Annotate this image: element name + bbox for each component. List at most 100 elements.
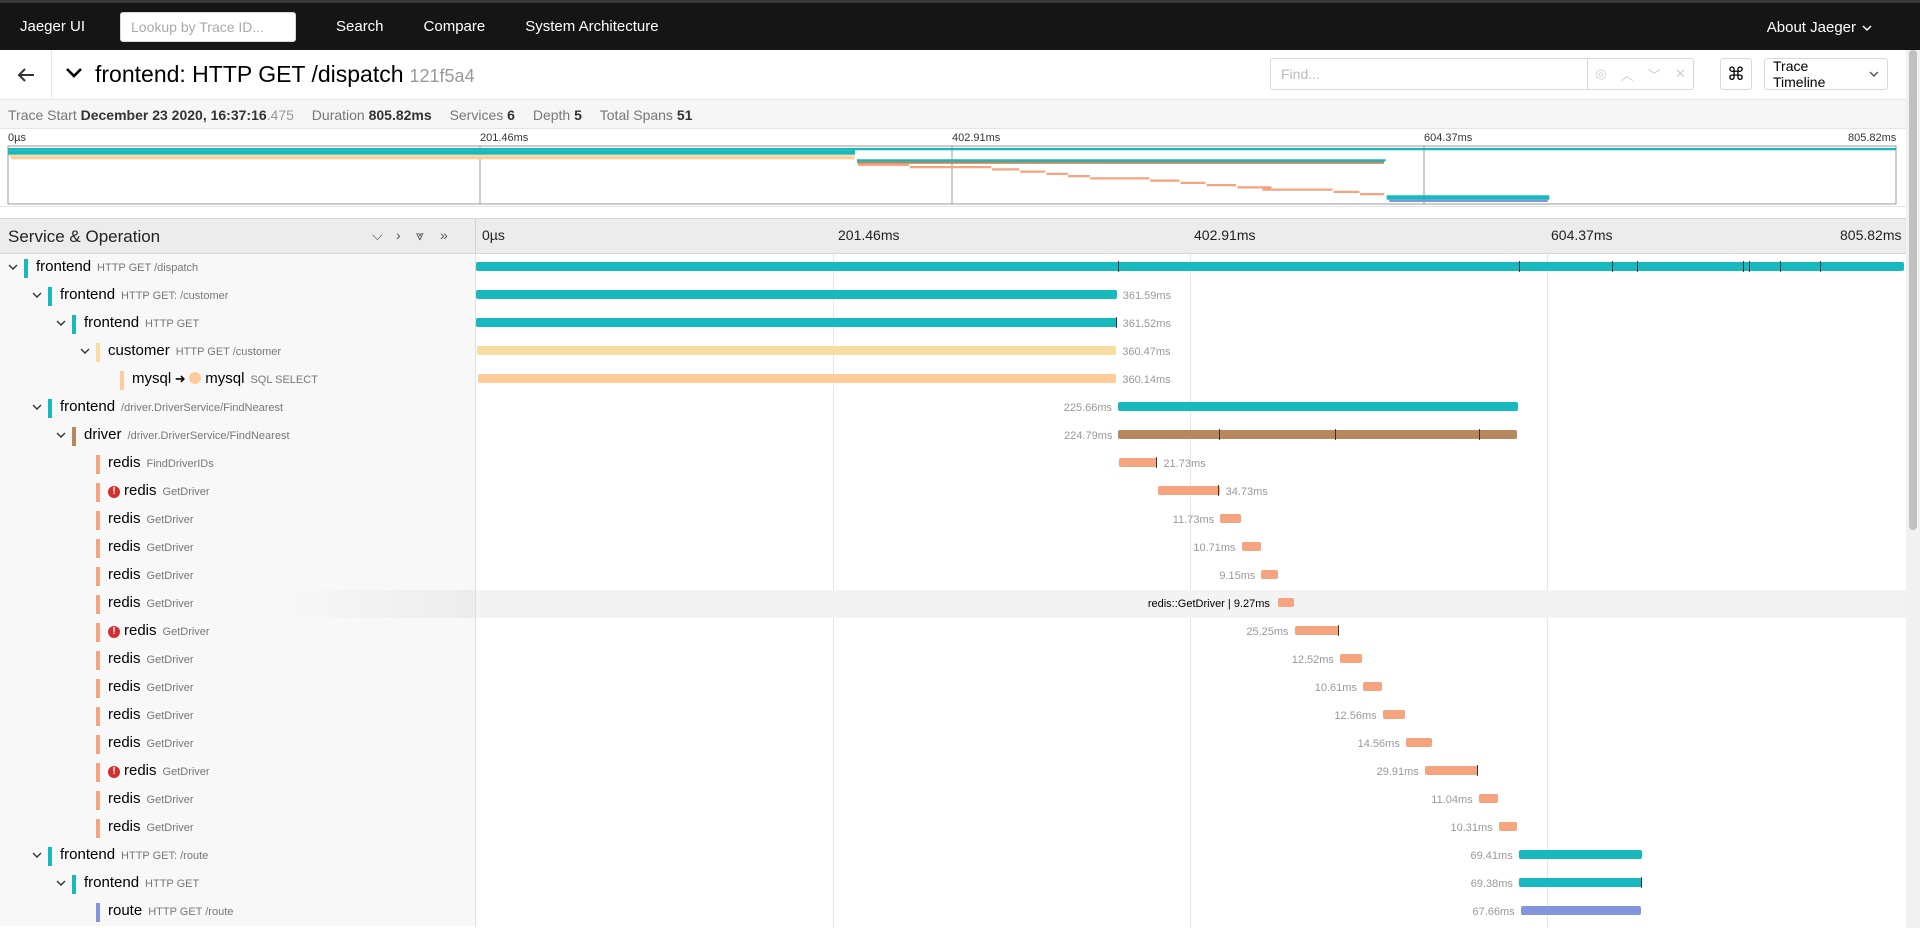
- span-bar[interactable]: [477, 346, 1117, 355]
- span-timeline-cell[interactable]: 11.73ms: [476, 506, 1906, 534]
- span-row[interactable]: mysql ➜ mysql SQL SELECT 360.14ms: [0, 366, 1906, 394]
- span-timeline-cell[interactable]: 10.71ms: [476, 534, 1906, 562]
- span-name-cell[interactable]: redis GetDriver: [0, 702, 476, 730]
- chevron-down-icon[interactable]: [64, 65, 84, 81]
- span-name-cell[interactable]: redis GetDriver: [0, 814, 476, 842]
- span-bar[interactable]: [1478, 794, 1499, 803]
- trace-id-lookup-input[interactable]: [120, 11, 296, 42]
- span-name-cell[interactable]: frontend HTTP GET: /route: [0, 842, 476, 870]
- locate-icon[interactable]: ◎: [1595, 66, 1606, 82]
- span-bar[interactable]: [476, 318, 1117, 327]
- span-timeline-cell[interactable]: 361.52ms: [476, 310, 1906, 338]
- span-bar[interactable]: [1362, 682, 1382, 691]
- span-row[interactable]: redis GetDriver 10.61ms: [0, 674, 1906, 702]
- span-bar[interactable]: [1118, 402, 1518, 411]
- span-row[interactable]: frontend/driver.DriverService/FindNeares…: [0, 394, 1906, 422]
- chevron-down-icon[interactable]: [54, 316, 68, 330]
- chevron-down-icon[interactable]: [30, 848, 44, 862]
- span-timeline-cell[interactable]: 69.41ms: [476, 842, 1906, 870]
- collapse-all-icon[interactable]: ⩔: [416, 227, 424, 244]
- span-bar[interactable]: [1277, 598, 1295, 607]
- span-row[interactable]: driver/driver.DriverService/FindNearest 2…: [0, 422, 1906, 450]
- span-bar[interactable]: [1520, 906, 1641, 915]
- span-name-cell[interactable]: redis GetDriver: [0, 674, 476, 702]
- span-name-cell[interactable]: frontend/driver.DriverService/FindNeares…: [0, 394, 476, 422]
- about-jaeger-menu[interactable]: About Jaeger: [1767, 19, 1872, 36]
- span-row[interactable]: redis GetDriver 9.15ms: [0, 562, 1906, 590]
- span-row[interactable]: redis GetDriver 11.04ms: [0, 786, 1906, 814]
- span-name-cell[interactable]: redis GetDriver: [0, 730, 476, 758]
- chevron-down-icon[interactable]: [30, 288, 44, 302]
- close-icon[interactable]: ✕: [1675, 66, 1686, 82]
- chevron-down-icon[interactable]: [54, 428, 68, 442]
- span-row[interactable]: redis GetDriver 12.52ms: [0, 646, 1906, 674]
- span-name-cell[interactable]: redis GetDriver: [0, 506, 476, 534]
- span-name-cell[interactable]: frontend HTTP GET: [0, 870, 476, 898]
- span-bar[interactable]: [1294, 626, 1340, 635]
- span-bar[interactable]: [1241, 542, 1261, 551]
- span-name-cell[interactable]: driver/driver.DriverService/FindNearest: [0, 422, 476, 450]
- span-timeline-cell[interactable]: 34.73ms: [476, 478, 1906, 506]
- nav-compare-link[interactable]: Compare: [424, 18, 486, 35]
- chevron-down-icon[interactable]: ﹀: [1648, 65, 1661, 84]
- span-bar[interactable]: [1220, 514, 1241, 523]
- back-button[interactable]: [0, 50, 52, 99]
- span-timeline-cell[interactable]: 9.15ms: [476, 562, 1906, 590]
- span-row[interactable]: redis GetDriver 12.56ms: [0, 702, 1906, 730]
- span-bar[interactable]: [1382, 710, 1405, 719]
- span-row[interactable]: frontend HTTP GET 361.52ms: [0, 310, 1906, 338]
- span-timeline-cell[interactable]: 69.38ms: [476, 870, 1906, 898]
- span-bar[interactable]: [478, 374, 1117, 383]
- span-bar[interactable]: [1261, 570, 1278, 579]
- expand-all-icon[interactable]: »: [440, 227, 448, 243]
- span-name-cell[interactable]: redis GetDriver: [0, 534, 476, 562]
- span-name-cell[interactable]: customer HTTP GET /customer: [0, 338, 476, 366]
- span-timeline-cell[interactable]: 225.66ms: [476, 394, 1906, 422]
- find-input[interactable]: [1270, 58, 1588, 90]
- span-row[interactable]: redis GetDriver 10.31ms: [0, 814, 1906, 842]
- scrollbar-thumb[interactable]: [1909, 50, 1917, 530]
- span-timeline-cell[interactable]: 12.52ms: [476, 646, 1906, 674]
- span-row[interactable]: frontend HTTP GET: /customer 361.59ms: [0, 282, 1906, 310]
- view-mode-select[interactable]: Trace Timeline: [1764, 58, 1888, 90]
- span-bar[interactable]: [1424, 766, 1478, 775]
- span-row[interactable]: frontend HTTP GET /dispatch: [0, 254, 1906, 282]
- span-bar[interactable]: [476, 262, 1904, 271]
- span-timeline-cell[interactable]: 10.61ms: [476, 674, 1906, 702]
- span-timeline-cell[interactable]: 14.56ms: [476, 730, 1906, 758]
- span-bar[interactable]: [1518, 850, 1642, 859]
- span-name-cell[interactable]: ! redis GetDriver: [0, 758, 476, 786]
- span-timeline-cell[interactable]: redis::GetDriver | 9.27ms: [476, 590, 1906, 618]
- span-name-cell[interactable]: redis GetDriver: [0, 786, 476, 814]
- span-bar[interactable]: [1498, 822, 1517, 831]
- span-timeline-cell[interactable]: 12.56ms: [476, 702, 1906, 730]
- span-bar[interactable]: [1339, 654, 1363, 663]
- span-bar[interactable]: [1118, 458, 1158, 467]
- span-name-cell[interactable]: redis GetDriver: [0, 590, 476, 618]
- span-row[interactable]: ! redis GetDriver 25.25ms: [0, 618, 1906, 646]
- expand-one-icon[interactable]: ›: [396, 227, 401, 243]
- span-name-cell[interactable]: route HTTP GET /route: [0, 898, 476, 926]
- span-timeline-cell[interactable]: 21.73ms: [476, 450, 1906, 478]
- span-row[interactable]: customer HTTP GET /customer 360.47ms: [0, 338, 1906, 366]
- span-timeline-cell[interactable]: 360.14ms: [476, 366, 1906, 394]
- span-name-cell[interactable]: ! redis GetDriver: [0, 478, 476, 506]
- span-row[interactable]: redis GetDriver 11.73ms: [0, 506, 1906, 534]
- nav-search-link[interactable]: Search: [336, 18, 384, 35]
- span-bar[interactable]: [1405, 738, 1432, 747]
- chevron-down-icon[interactable]: [78, 344, 92, 358]
- span-name-cell[interactable]: ! redis GetDriver: [0, 618, 476, 646]
- scrollbar[interactable]: [1906, 50, 1920, 928]
- span-row[interactable]: redis GetDriver 10.71ms: [0, 534, 1906, 562]
- span-timeline-cell[interactable]: [476, 254, 1906, 282]
- span-name-cell[interactable]: redis FindDriverIDs: [0, 450, 476, 478]
- nav-system-architecture-link[interactable]: System Architecture: [525, 18, 658, 35]
- keyboard-shortcuts-button[interactable]: ⌘: [1720, 58, 1752, 90]
- chevron-up-icon[interactable]: ︿: [1621, 65, 1634, 84]
- span-timeline-cell[interactable]: 67.66ms: [476, 898, 1906, 926]
- trace-minimap[interactable]: 0µs 201.46ms 402.91ms 604.37ms 805.82ms: [0, 130, 1906, 207]
- span-row[interactable]: frontend HTTP GET 69.38ms: [0, 870, 1906, 898]
- span-name-cell[interactable]: redis GetDriver: [0, 646, 476, 674]
- span-row[interactable]: redis FindDriverIDs 21.73ms: [0, 450, 1906, 478]
- span-name-cell[interactable]: redis GetDriver: [0, 562, 476, 590]
